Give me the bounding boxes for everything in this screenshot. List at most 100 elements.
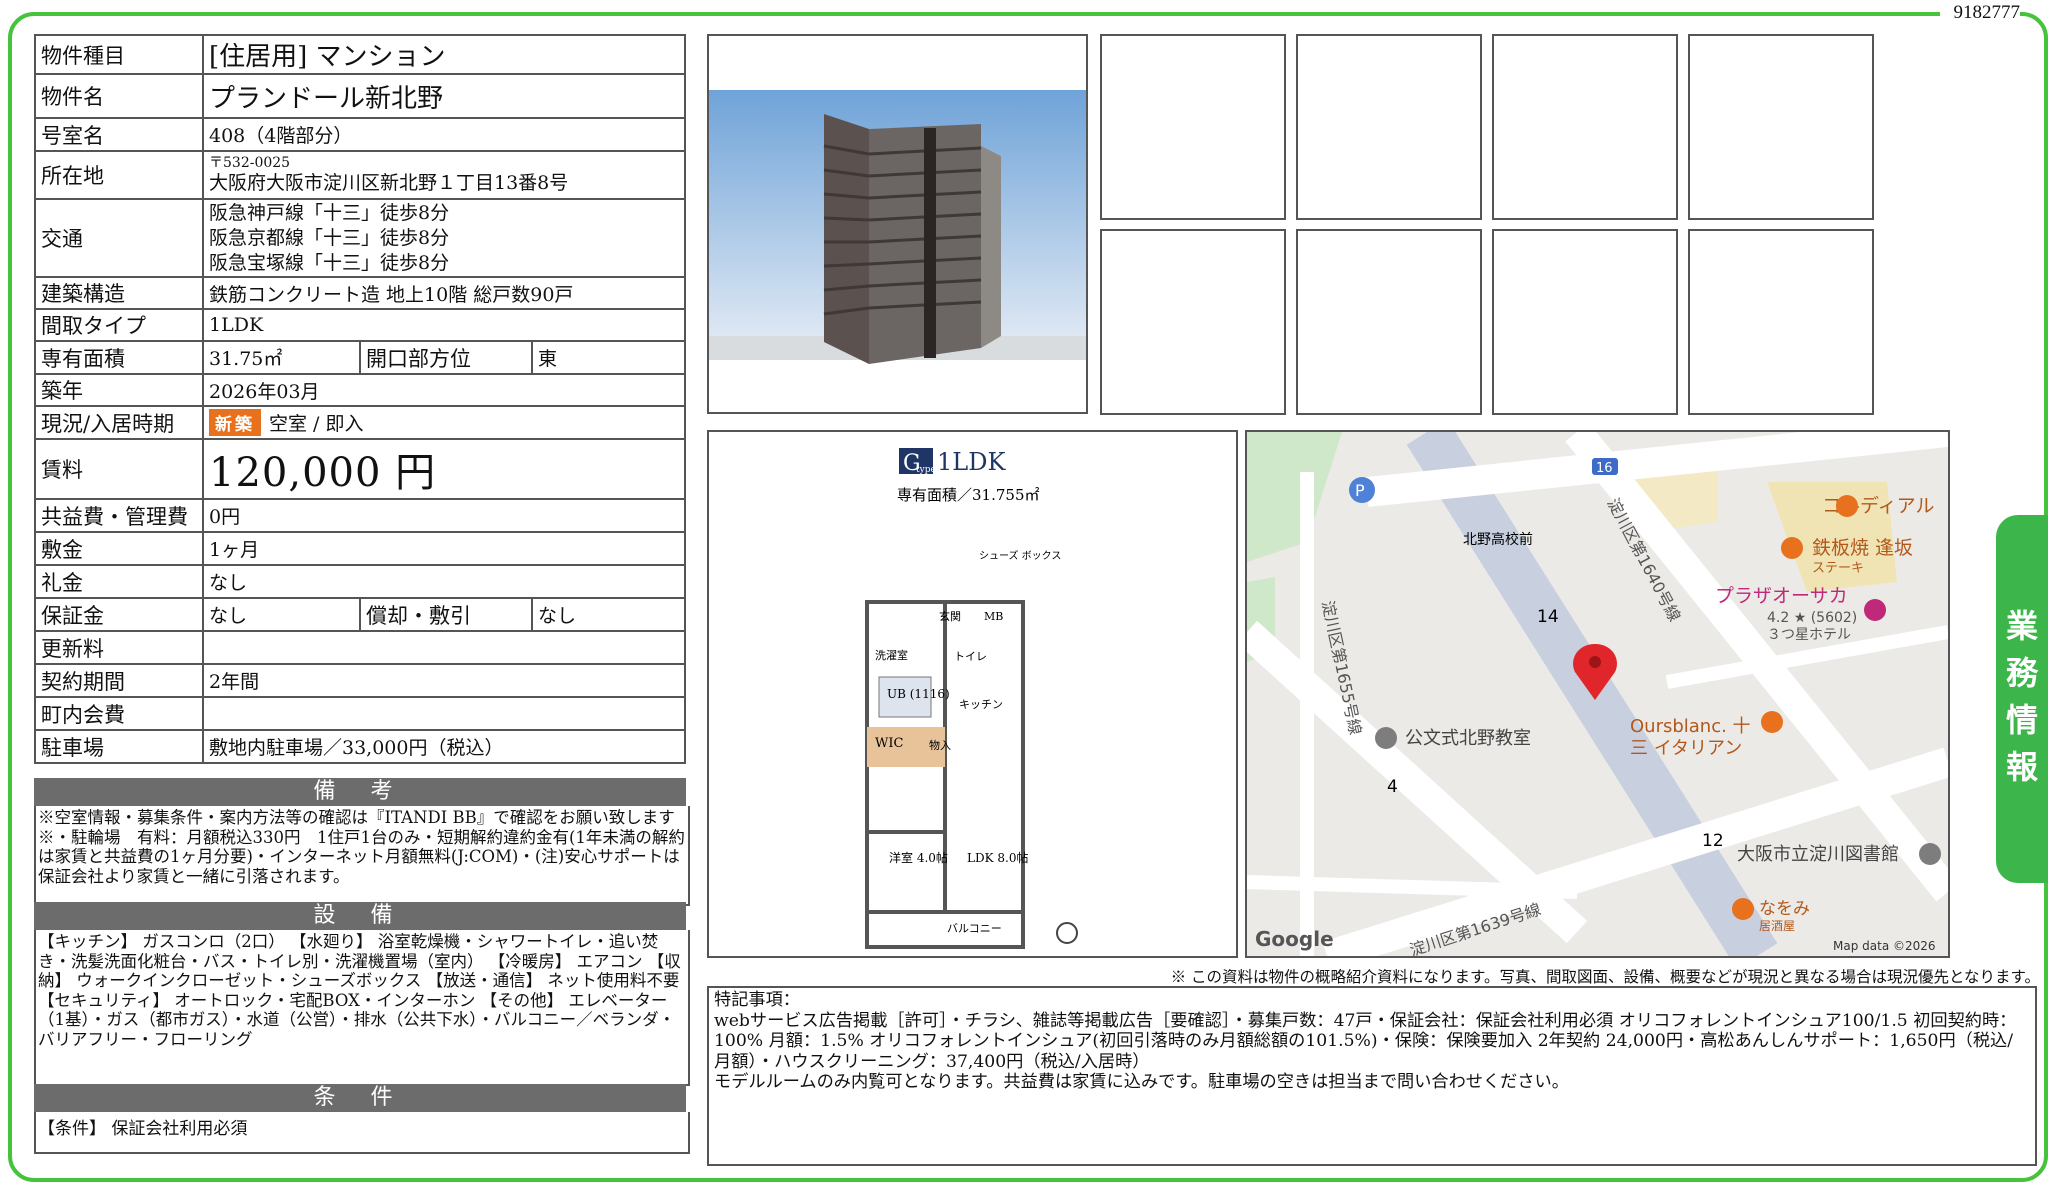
new-badge: 新築 [209,409,261,436]
amortization-value: なし [531,597,686,632]
layout-value: 1LDK [202,308,686,342]
address-value: 大阪府大阪市淀川区新北野１丁目13番8号 [209,171,569,194]
google-logo: Google [1255,927,1334,951]
special-notes-body-2: モデルルームのみ内覧可となります。共益費は家賃に込みです。駐車場の空きは担当まで… [714,1072,1569,1092]
plan-storage: 物入 [929,738,951,752]
restaurant-icon [1761,711,1783,733]
map-oursblanc: Oursblanc. 十 [1630,716,1751,737]
address-cell: 〒532-0025 大阪府大阪市淀川区新北野１丁目13番8号 [202,150,686,200]
parking-value: 敷地内駐車場／33,000円（税込） [202,729,686,764]
access-label: 交通 [34,198,204,278]
key-money-label: 礼金 [34,564,204,599]
access-cell: 阪急神戸線「十三」徒歩8分 阪急京都線「十三」徒歩8分 阪急宝塚線「十三」徒歩8… [202,198,686,278]
map-nakami-sub: 居酒屋 [1759,919,1795,933]
thumbnail[interactable] [1296,229,1482,415]
thumbnail[interactable] [1492,34,1678,220]
plan-shoes: シューズ ボックス [979,549,1061,562]
building-photo [707,34,1088,414]
status-label: 現況/入居時期 [34,405,204,440]
disclaimer-note: ※ この資料は物件の概略紹介資料になります。写真、間取図面、設備、概要などが現況… [1170,968,2040,986]
thumbnail[interactable] [1688,229,1874,415]
town-fee-value [202,696,686,731]
deposit-value: 1ヶ月 [202,531,686,566]
map-parking: P [1355,481,1365,500]
address-label: 所在地 [34,150,204,200]
deposit-label: 敷金 [34,531,204,566]
built-label: 築年 [34,373,204,407]
town-fee-label: 町内会費 [34,696,204,731]
business-info-tab[interactable]: 業 務 情 報 [1996,515,2048,883]
map-block-12: 12 [1702,831,1724,851]
thumbnail[interactable] [1100,229,1286,415]
postal-code: 〒532-0025 [209,154,291,171]
access-line: 阪急宝塚線「十三」徒歩8分 [209,251,450,274]
map-library: 大阪市立淀川図書館 [1737,844,1899,865]
side-tab-char: 報 [2005,748,2038,786]
fee-label: 共益費・管理費 [34,498,204,533]
restaurant-icon [1781,537,1803,559]
north-arrow-icon [1056,922,1078,944]
location-map[interactable]: P 16 北野高校前 コルディアル 鉄板焼 逢坂 ステーキ プラザオーサカ 4.… [1245,430,1950,958]
room-label: 号室名 [34,117,204,152]
type-value: [住居用] マンション [202,34,686,75]
plan-mb: MB [984,610,1003,623]
parking-label: 駐車場 [34,729,204,764]
side-tab-char: 業 [2005,607,2038,645]
equipment-body: 【キッチン】 ガスコンロ（2口） 【水廻り】 浴室乾燥機・シャワートイレ・追い焚… [34,930,690,1086]
side-tab-char: 情 [2005,701,2038,739]
thumbnail[interactable] [1492,229,1678,415]
map-block-14: 14 [1537,607,1559,627]
plan-kitchen: キッチン [959,698,1003,711]
map-kitano-hs: 北野高校前 [1463,531,1533,548]
key-money-value: なし [202,564,686,599]
map-plaza: プラザオーサカ [1715,585,1848,607]
special-notes: 特記事項： webサービス広告掲載［許可］・チラシ、雑誌等掲載広告［要確認］・募… [707,986,2037,1166]
remarks-header: 備 考 [34,778,686,806]
name-label: 物件名 [34,73,204,119]
map-drawing: P 16 北野高校前 コルディアル 鉄板焼 逢坂 ステーキ プラザオーサカ 4.… [1247,432,1948,956]
map-kumon: 公文式北野教室 [1405,728,1531,749]
special-notes-body: webサービス広告掲載［許可］・チラシ、雑誌等掲載広告［要確認］・募集戸数：47… [714,1010,2017,1072]
area-value: 31.75㎡ [202,340,361,375]
access-line: 阪急京都線「十三」徒歩8分 [209,226,450,249]
access-line: 阪急神戸線「十三」徒歩8分 [209,201,450,224]
thumbnail[interactable] [1100,34,1286,220]
building-image [709,90,1086,364]
guarantee-value: なし [202,597,361,632]
document-id: 9182777 [1940,0,2020,26]
name-value: プランドール新北野 [202,73,686,119]
plan-toilet: トイレ [954,650,987,663]
plan-wash: 洗濯室 [875,648,908,662]
plan-type-small: type [916,465,936,475]
map-block-4: 4 [1387,777,1398,797]
floor-plan: G type 1LDK 専有面積／31.755㎡ WIC UB (1116) 洗… [707,430,1238,958]
type-label: 物件種目 [34,34,204,75]
term-label: 契約期間 [34,663,204,698]
status-cell: 新築 空室 / 即入 [202,405,686,440]
map-nakami: なをみ [1759,899,1810,919]
plan-balcony: バルコニー [947,922,1002,935]
rent-value: 120,000 円 [202,438,686,500]
map-oursblanc-2: 三 イタリアン [1630,738,1742,759]
amortization-label: 償却・敷引 [359,597,533,632]
map-teppan-sub: ステーキ [1812,561,1864,576]
map-data-credit: Map data ©2026 [1833,939,1936,953]
layout-label: 間取タイプ [34,308,204,342]
plan-western: 洋室 4.0帖 [889,850,948,865]
status-value: 空室 / 即入 [269,413,364,435]
term-value: 2年間 [202,663,686,698]
thumbnail[interactable] [1296,34,1482,220]
conditions-body: 【条件】 保証会社利用必須 [34,1112,690,1154]
guarantee-label: 保証金 [34,597,204,632]
special-notes-title: 特記事項： [714,990,800,1010]
side-tab-char: 務 [2005,654,2038,692]
area-label: 専有面積 [34,340,204,375]
plan-ldk: LDK 8.0帖 [967,850,1028,865]
built-value: 2026年03月 [202,373,686,407]
structure-label: 建築構造 [34,276,204,310]
plan-wic: WIC [875,736,903,751]
plan-layout: 1LDK [937,448,1006,476]
map-plaza-sub: ３つ星ホテル [1767,627,1851,643]
hotel-icon [1864,599,1886,621]
thumbnail[interactable] [1688,34,1874,220]
